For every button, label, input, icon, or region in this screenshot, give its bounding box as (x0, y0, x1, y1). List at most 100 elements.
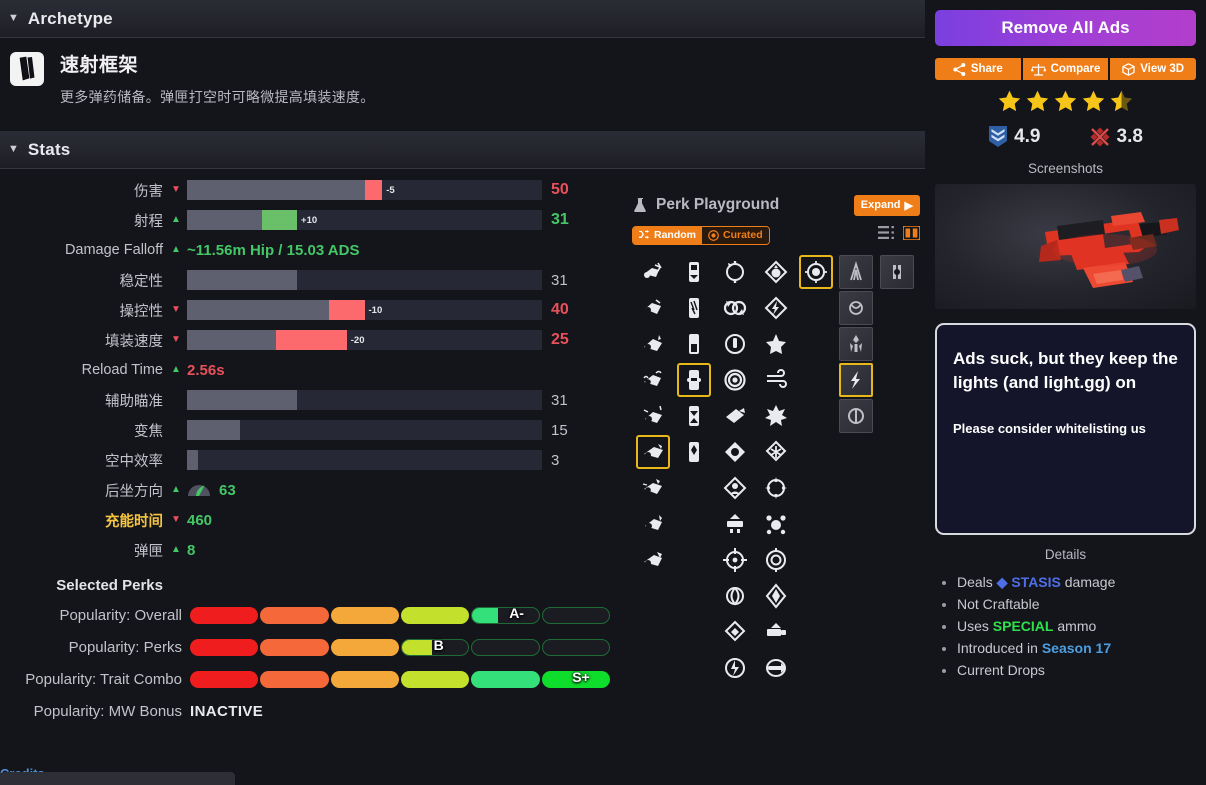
perk-slot-perk-explosive-light[interactable] (759, 471, 793, 505)
detail-keyword[interactable]: SPECIAL (993, 618, 1054, 634)
grid-view-icon[interactable] (902, 224, 921, 245)
stat-label: 伤害 (134, 183, 163, 200)
cube-icon (1122, 62, 1135, 76)
detail-item: Not Craftable (957, 593, 1196, 615)
perk-slot-barrel-smallbore[interactable] (636, 255, 670, 289)
stat-delta-label: -20 (350, 335, 365, 346)
perk-slot-mod-adept-targeting[interactable] (880, 255, 914, 289)
recoil-direction-indicator: 63 (187, 482, 236, 499)
perk-slot-perk-impulse-amplifier[interactable] (718, 651, 752, 685)
detail-text: Current Drops (957, 662, 1045, 678)
perk-mode-toggle[interactable]: Random Curated (632, 225, 770, 245)
perk-slot-origin-nanotech[interactable] (799, 255, 833, 289)
perk-slot-barrel-arrowhead[interactable] (636, 471, 670, 505)
perk-slot-perk-voltshot[interactable] (759, 291, 793, 325)
perk-slot-perk-rewind-rounds[interactable] (718, 255, 752, 289)
perk-slot-perk-sword-logic[interactable] (759, 579, 793, 613)
stat-increase-icon: ▲ (171, 484, 181, 495)
perk-slot-perk-bait-switch[interactable] (759, 651, 793, 685)
share-button[interactable]: Share (935, 58, 1021, 80)
perk-slot-barrel-extended[interactable] (636, 435, 670, 469)
perk-slot-mag-alloy[interactable] (677, 255, 711, 289)
popularity-mw-bonus-value: INACTIVE (190, 702, 264, 720)
archetype-name: 速射框架 (60, 55, 139, 76)
star-icon[interactable] (997, 89, 1022, 119)
perk-slot-barrel-chambered[interactable] (636, 327, 670, 361)
stat-increase-icon: ▲ (171, 364, 181, 375)
star-icon[interactable] (1109, 89, 1134, 119)
perk-slot-perk-encore[interactable] (718, 399, 752, 433)
perk-slot-perk-firmly-planted[interactable] (718, 507, 752, 541)
stats-section-title: Stats (27, 139, 71, 159)
popularity-segment (541, 638, 610, 656)
perk-slot-barrel-fluted[interactable] (636, 399, 670, 433)
perk-slot-perk-cluster-bomb[interactable] (759, 507, 793, 541)
perk-slot-perk-harmony[interactable] (759, 543, 793, 577)
perk-slot-mag-accelerated[interactable] (677, 327, 711, 361)
stat-label: 稳定性 (119, 273, 164, 290)
perk-slot-perk-adagio[interactable] (759, 327, 793, 361)
perk-slot-perk-loop[interactable] (718, 291, 752, 325)
stats-section-header[interactable]: ▼ Stats (0, 131, 925, 169)
stasis-icon: ◆ (996, 574, 1012, 590)
detail-keyword[interactable]: STASIS (1011, 574, 1061, 590)
perk-slot-mw-stability[interactable] (839, 291, 873, 325)
perk-slot-perk-ambitious[interactable] (718, 327, 752, 361)
archetype-section-header[interactable]: ▼ Archetype (0, 0, 925, 38)
perk-slot-mag-appended[interactable] (677, 291, 711, 325)
target-icon (708, 229, 719, 241)
perk-slot-perk-vorpal[interactable] (718, 615, 752, 649)
mode-random[interactable]: Random (633, 226, 702, 244)
ad-subline: Please consider whitelisting us (953, 421, 1146, 437)
perk-slot-perk-frenzy[interactable] (759, 399, 793, 433)
popularity-segment (471, 638, 540, 656)
perk-slot-barrel-corkscrew[interactable] (636, 363, 670, 397)
star-icon[interactable] (1025, 89, 1050, 119)
share-icon (953, 62, 966, 76)
list-view-icon[interactable] (878, 226, 895, 244)
scales-icon (1030, 63, 1046, 76)
details-label: Details (1044, 547, 1087, 562)
perk-slot-mw-charge-time[interactable] (839, 363, 873, 397)
perk-slot-perk-lead-from-gold[interactable] (718, 363, 752, 397)
perk-slot-barrel-hammer-forged[interactable] (636, 291, 670, 325)
detail-keyword[interactable]: Season 17 (1042, 640, 1111, 656)
perk-slot-perk-killing-wind[interactable] (759, 363, 793, 397)
stat-bar: +10 (187, 210, 542, 230)
stat-delta-label: -5 (386, 185, 395, 196)
popularity-bar: A- (190, 605, 610, 624)
perk-slot-perk-envious[interactable] (759, 615, 793, 649)
perk-slot-mw-handling[interactable] (839, 327, 873, 361)
perk-slot-barrel-full-bore[interactable] (636, 543, 670, 577)
view-3d-button[interactable]: View 3D (1110, 58, 1197, 80)
perk-slot-perk-pugilist[interactable] (718, 435, 752, 469)
mode-curated[interactable]: Curated (702, 226, 769, 244)
perk-slot-mw-reload[interactable] (839, 399, 873, 433)
star-icon[interactable] (1053, 89, 1078, 119)
stat-value: 31 (551, 271, 568, 289)
perk-slot-perk-demolitionist[interactable] (759, 255, 793, 289)
perk-slot-barrel-polygonal[interactable] (636, 507, 670, 541)
perk-slot-perk-surrounded[interactable] (718, 471, 752, 505)
stat-bar-delta (275, 330, 347, 350)
compare-button[interactable]: Compare (1022, 58, 1109, 80)
perk-slot-mag-flared[interactable] (677, 399, 711, 433)
weapon-screenshot[interactable] (935, 184, 1196, 309)
perk-slot-mw-range[interactable] (839, 255, 873, 289)
star-icon[interactable] (1081, 89, 1106, 119)
popularity-grade: S+ (572, 668, 590, 685)
stat-value: 40 (551, 301, 569, 318)
perk-slot-perk-eddy-current[interactable] (718, 579, 752, 613)
archetype-section-title: Archetype (27, 8, 113, 28)
perk-slot-perk-chill-clip[interactable] (759, 435, 793, 469)
star-rating[interactable] (935, 89, 1196, 119)
stat-bar-base (187, 210, 262, 230)
stat-label: Damage Falloff (64, 242, 163, 258)
remove-all-ads-button[interactable]: Remove All Ads (935, 10, 1196, 46)
perk-slot-mag-tactical[interactable] (677, 435, 711, 469)
detail-item: Deals ◆ STASIS damage (957, 571, 1196, 593)
perk-slot-mag-enhanced[interactable] (677, 363, 711, 397)
archetype-icon (10, 52, 44, 86)
expand-button[interactable]: Expand ▶ (853, 194, 920, 216)
perk-slot-perk-moving-target[interactable] (718, 543, 752, 577)
